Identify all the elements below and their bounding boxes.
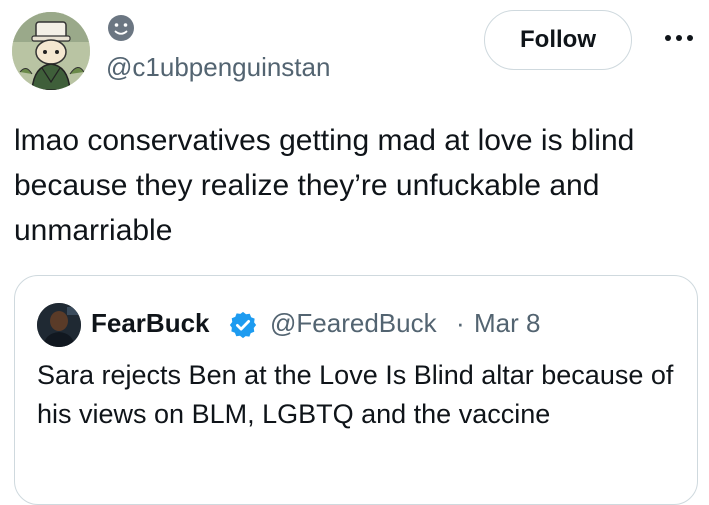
- quoted-tweet-card[interactable]: FearBuck @FearedBuck · Mar 8 Sara reject…: [14, 275, 698, 505]
- person-avatar-image: [37, 303, 81, 347]
- slightly-smiling-face-emoji-icon: [106, 13, 136, 43]
- verified-badge-icon: [228, 310, 258, 340]
- separator-dot: ·: [456, 308, 465, 338]
- quoted-tweet-text: Sara rejects Ben at the Love Is Blind al…: [37, 360, 674, 429]
- author-handle[interactable]: @c1ubpenguinstan: [106, 52, 330, 83]
- quoted-author-handle[interactable]: @FearedBuck: [270, 308, 437, 339]
- more-dots-icon[interactable]: [662, 26, 696, 50]
- quoted-author-avatar[interactable]: [37, 303, 81, 347]
- quoted-author-name[interactable]: FearBuck: [91, 308, 210, 339]
- author-avatar[interactable]: [12, 12, 90, 90]
- tweet-text: lmao conservatives getting mad at love i…: [14, 124, 635, 247]
- cartoon-character-avatar-image: [12, 12, 90, 90]
- quoted-tweet-date[interactable]: Mar 8: [474, 308, 540, 339]
- follow-button[interactable]: Follow: [484, 10, 632, 70]
